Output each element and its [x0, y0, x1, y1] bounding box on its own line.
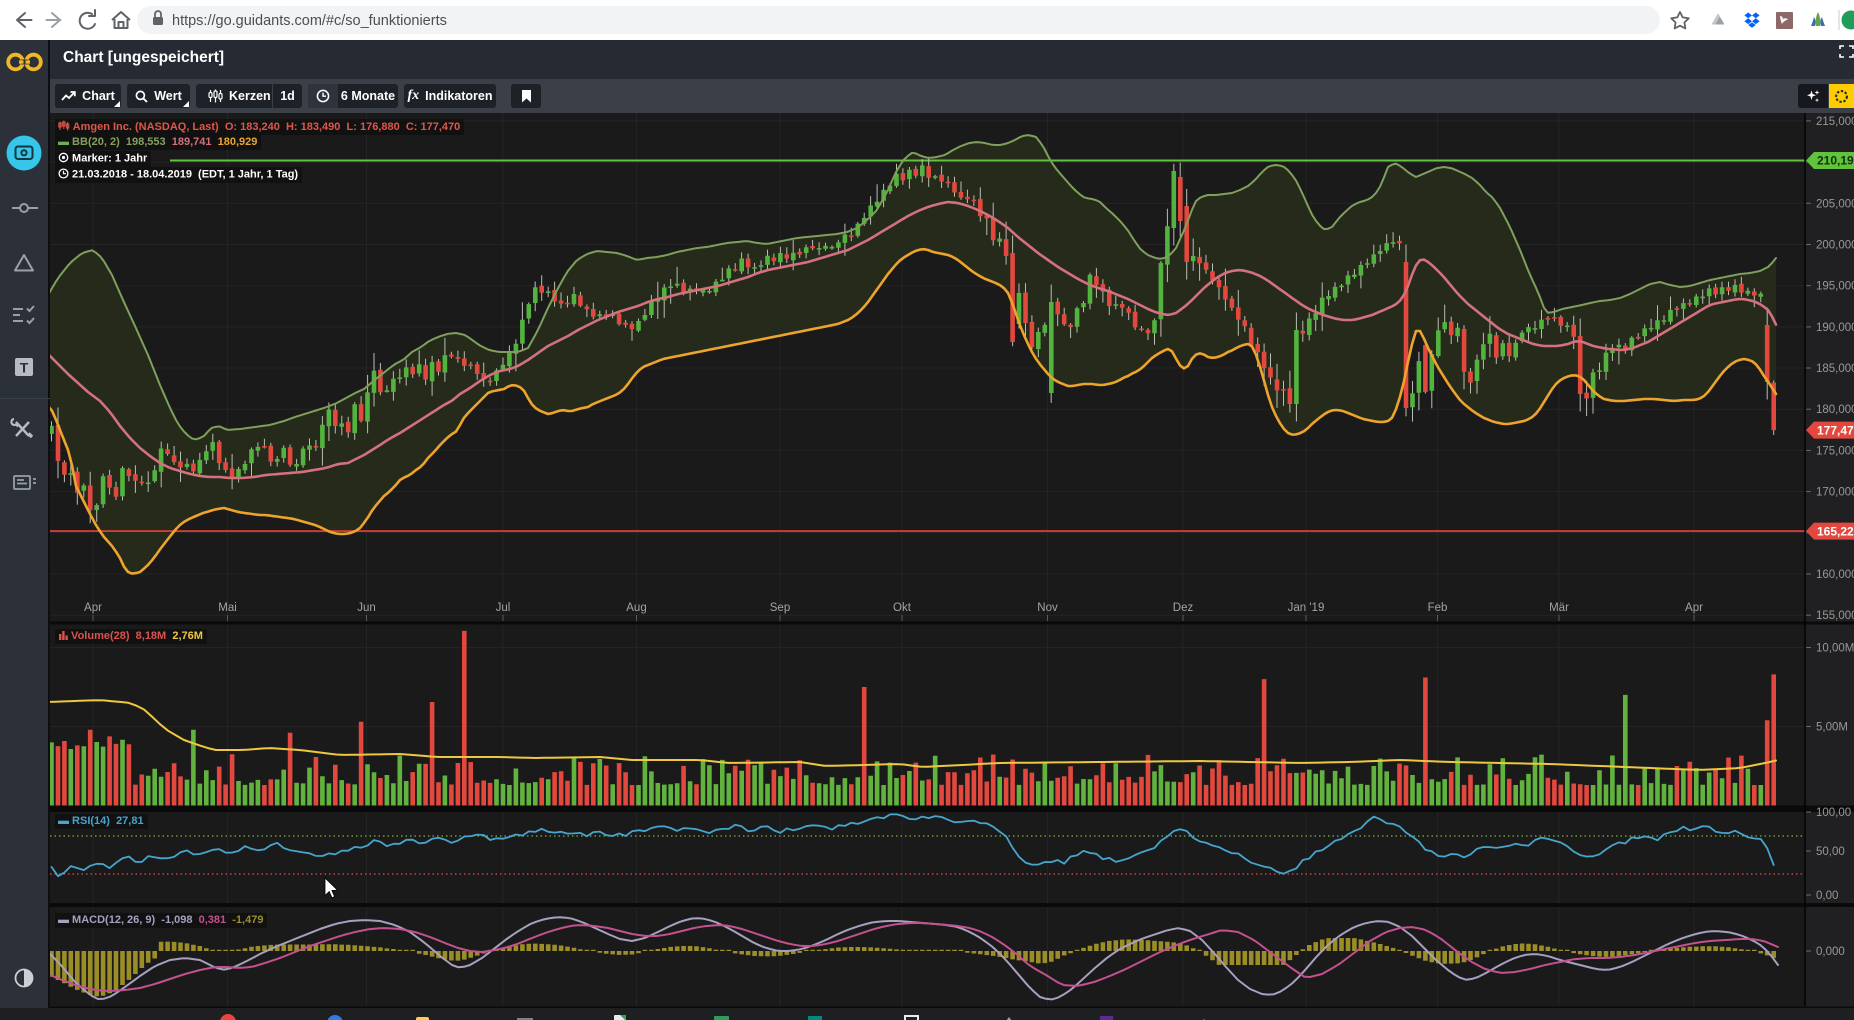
- svg-text:50,00: 50,00: [1816, 846, 1845, 858]
- svg-text:Nov: Nov: [1037, 602, 1058, 614]
- svg-text:Dez: Dez: [1173, 602, 1194, 614]
- svg-text:5,00M: 5,00M: [1816, 722, 1848, 734]
- svg-text:Mai: Mai: [218, 602, 237, 614]
- svg-text:https://go.guidants.com/#c/so_: https://go.guidants.com/#c/so_funktionie…: [172, 13, 447, 29]
- svg-text:Sep: Sep: [770, 602, 790, 614]
- svg-text:165,220: 165,220: [1817, 524, 1854, 538]
- svg-text:180,000: 180,000: [1816, 404, 1854, 416]
- svg-text:Feb: Feb: [1428, 602, 1448, 614]
- svg-text:Jan '19: Jan '19: [1288, 602, 1325, 614]
- svg-text:190,000: 190,000: [1816, 322, 1854, 334]
- svg-text:175,000: 175,000: [1816, 445, 1854, 457]
- svg-text:0,00: 0,00: [1816, 890, 1838, 902]
- svg-text:Aug: Aug: [626, 602, 646, 614]
- svg-text:Jun: Jun: [357, 602, 376, 614]
- svg-text:215,000: 215,000: [1816, 116, 1854, 128]
- svg-text:200,000: 200,000: [1816, 240, 1854, 252]
- svg-text:205,000: 205,000: [1816, 198, 1854, 210]
- svg-text:Okt: Okt: [893, 602, 912, 614]
- svg-text:160,000: 160,000: [1816, 569, 1854, 581]
- svg-text:100,00: 100,00: [1816, 807, 1851, 819]
- svg-text:185,000: 185,000: [1816, 363, 1854, 375]
- svg-text:T: T: [20, 360, 29, 376]
- svg-text:Jul: Jul: [496, 602, 511, 614]
- svg-text:Mär: Mär: [1549, 602, 1569, 614]
- svg-text:0,000: 0,000: [1816, 946, 1845, 958]
- svg-text:155,000: 155,000: [1816, 610, 1854, 622]
- svg-text:10,00M: 10,00M: [1816, 643, 1854, 655]
- svg-text:177,470: 177,470: [1817, 423, 1854, 437]
- svg-text:170,000: 170,000: [1816, 487, 1854, 499]
- svg-text:210,190: 210,190: [1817, 154, 1854, 168]
- svg-text:195,000: 195,000: [1816, 281, 1854, 293]
- svg-text:Apr: Apr: [1685, 602, 1703, 614]
- svg-text:Apr: Apr: [84, 602, 102, 614]
